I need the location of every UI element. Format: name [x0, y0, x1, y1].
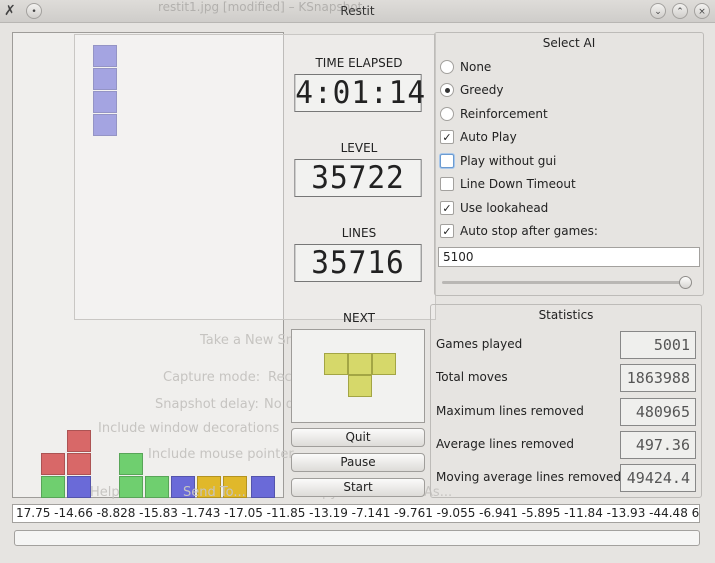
checkbox-auto-stop-box[interactable]: ✓	[440, 224, 454, 238]
level-display: 35722	[294, 159, 422, 197]
avg-lines-display: 497.36	[620, 431, 696, 459]
checkbox-use-lookahead[interactable]: ✓ Use lookahead	[440, 199, 548, 217]
time-elapsed-label: TIME ELAPSED	[315, 56, 403, 70]
checkbox-play-without-gui-box[interactable]	[440, 154, 454, 168]
lines-label: LINES	[341, 226, 377, 240]
total-moves-display: 1863988	[620, 364, 696, 392]
level-label: LEVEL	[340, 141, 378, 155]
radio-none[interactable]: None	[440, 58, 491, 76]
quit-button[interactable]: Quit	[291, 428, 425, 447]
progress-bar	[14, 530, 700, 546]
games-played-display: 5001	[620, 331, 696, 359]
stack-cell	[119, 476, 143, 498]
time-elapsed-display: 4:01:14	[294, 74, 427, 112]
checkbox-auto-play-label: Auto Play	[460, 130, 517, 144]
checkbox-line-down-timeout-box[interactable]	[440, 177, 454, 191]
ghost-include-decorations: Include window decorations	[98, 421, 280, 436]
games-played-label: Games played	[436, 337, 523, 351]
next-label: NEXT	[343, 311, 375, 325]
stack-cell	[251, 476, 275, 498]
radio-none-indicator[interactable]	[440, 60, 454, 74]
checkbox-auto-play-box[interactable]: ✓	[440, 130, 454, 144]
select-ai-title: Select AI	[542, 36, 596, 50]
next-piece-cell	[324, 353, 348, 375]
next-piece-cell	[372, 353, 396, 375]
radio-reinforcement-label: Reinforcement	[460, 107, 548, 121]
auto-stop-games-input[interactable]: 5100	[438, 247, 700, 267]
stack-cell	[41, 476, 65, 498]
checkbox-use-lookahead-label: Use lookahead	[460, 201, 549, 215]
total-moves-label: Total moves	[436, 370, 508, 384]
auto-stop-slider-track[interactable]	[442, 281, 690, 284]
stack-cell	[145, 476, 169, 498]
next-piece-cell	[348, 375, 372, 397]
radio-reinforcement-indicator[interactable]	[440, 107, 454, 121]
auto-stop-slider-handle[interactable]	[679, 276, 692, 289]
radio-greedy-label: Greedy	[460, 83, 504, 97]
title-bar: ✗ • restit1.jpg [modified] – KSnapshot R…	[0, 0, 715, 23]
maximize-button[interactable]: ⌃	[672, 3, 688, 19]
lines-display: 35716	[294, 244, 422, 282]
weights-field[interactable]: 17.75 -14.66 -8.828 -15.83 -1.743 -17.05…	[12, 504, 700, 523]
stack-cell	[119, 453, 143, 475]
next-piece-cell	[348, 353, 372, 375]
radio-reinforcement[interactable]: Reinforcement	[440, 105, 548, 123]
avg-lines-label: Average lines removed	[436, 437, 574, 451]
ghost-snapshot-delay-label: Snapshot delay:	[155, 397, 259, 412]
ghost-help: Help	[90, 485, 120, 500]
window-title: Restit	[340, 4, 375, 18]
radio-greedy-indicator[interactable]	[440, 83, 454, 97]
ghost-include-pointer: Include mouse pointer	[148, 447, 294, 462]
checkbox-play-without-gui[interactable]: Play without gui	[440, 152, 556, 170]
info-panel: TIME ELAPSED 4:01:14 LEVEL 35722 LINES 3…	[286, 32, 432, 502]
minimize-button[interactable]: ⌄	[650, 3, 666, 19]
max-lines-label: Maximum lines removed	[436, 404, 584, 418]
checkbox-play-without-gui-label: Play without gui	[460, 154, 557, 168]
moving-avg-display: 49424.4	[620, 464, 696, 492]
pause-button[interactable]: Pause	[291, 453, 425, 472]
next-piece-preview	[291, 329, 425, 423]
checkbox-line-down-timeout[interactable]: Line Down Timeout	[440, 175, 576, 193]
checkbox-auto-play[interactable]: ✓ Auto Play	[440, 128, 517, 146]
checkbox-use-lookahead-box[interactable]: ✓	[440, 201, 454, 215]
start-button[interactable]: Start	[291, 478, 425, 497]
checkbox-auto-stop-label: Auto stop after games:	[460, 224, 598, 238]
ghost-capture-mode-label: Capture mode:	[163, 370, 261, 385]
moving-avg-label: Moving average lines removed	[436, 470, 622, 484]
stack-cell	[67, 453, 91, 475]
close-button[interactable]: ×	[694, 3, 710, 19]
checkbox-line-down-timeout-label: Line Down Timeout	[460, 177, 576, 191]
checkbox-auto-stop[interactable]: ✓ Auto stop after games:	[440, 222, 598, 240]
stack-cell	[41, 453, 65, 475]
radio-greedy[interactable]: Greedy	[440, 81, 503, 99]
stack-cell	[67, 430, 91, 452]
max-lines-display: 480965	[620, 398, 696, 426]
radio-none-label: None	[460, 60, 492, 74]
ghost-send-to: Send To...	[183, 485, 246, 500]
stack-cell	[67, 476, 91, 498]
statistics-title: Statistics	[538, 308, 594, 322]
